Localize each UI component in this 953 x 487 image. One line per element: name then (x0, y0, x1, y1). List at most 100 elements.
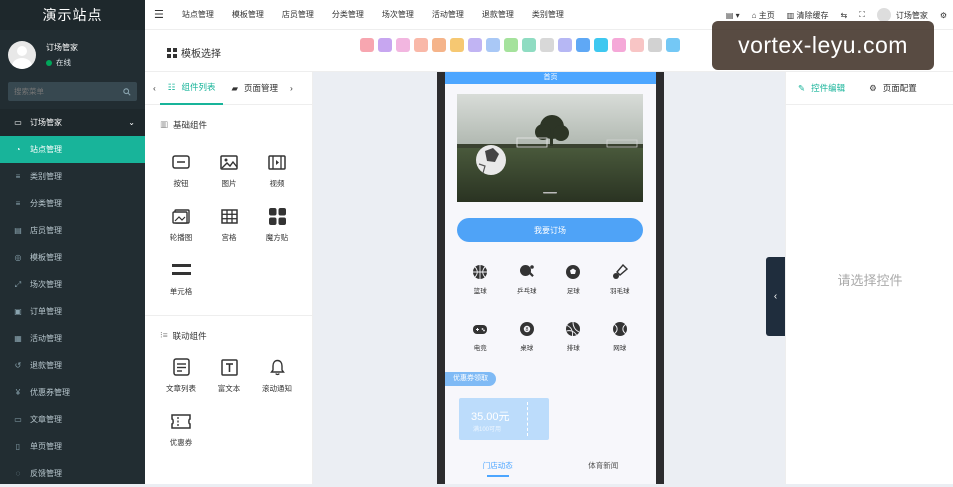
menu-search-input[interactable] (14, 87, 104, 96)
tab-page-manage[interactable]: ▰ 页面管理 (223, 72, 286, 105)
phone-screen[interactable]: 首页 我要订场 篮球 乒乓球 足球 羽毛球 电竞 8 桌球 排球 网球 优惠券领… (445, 72, 656, 484)
template-swatch[interactable] (504, 38, 518, 52)
component-coupon[interactable]: 优惠券 (157, 402, 205, 456)
sport-badminton[interactable]: 羽毛球 (597, 264, 644, 321)
component-article-list[interactable]: 文章列表 (157, 348, 205, 402)
sidebar-item-order[interactable]: ▣ 订单管理 (0, 298, 145, 325)
home-label: 主页 (758, 10, 775, 20)
tab-store-news[interactable]: 门店动态 (483, 460, 513, 477)
top-user-menu[interactable]: 订场管家 (871, 8, 934, 22)
sidebar-item-template[interactable]: ◎ 模板管理 (0, 244, 145, 271)
coupon-amount: 35.00元 (471, 411, 510, 423)
template-swatch[interactable] (666, 38, 680, 52)
sidebar-item-coupon[interactable]: ¥ 优惠券管理 (0, 379, 145, 406)
banner-image[interactable] (457, 94, 643, 202)
search-icon[interactable] (123, 87, 131, 96)
component-scroll-notice[interactable]: 滚动通知 (253, 348, 301, 402)
component-rich-text[interactable]: 富文本 (205, 348, 253, 402)
layout-dropdown[interactable]: ▤ ▾ (720, 11, 746, 20)
grid-icon (167, 47, 177, 58)
collapse-panel-button[interactable]: ‹ (766, 257, 785, 336)
top-nav-session[interactable]: 场次管理 (373, 9, 423, 20)
sport-volleyball[interactable]: 排球 (550, 321, 597, 378)
menu-toggle-icon[interactable]: ☰ (145, 8, 173, 21)
template-swatch[interactable] (558, 38, 572, 52)
sidebar-item-refund[interactable]: ↺ 退款管理 (0, 352, 145, 379)
sidebar-item-staff[interactable]: ▤ 店员管理 (0, 217, 145, 244)
template-swatch[interactable] (594, 38, 608, 52)
translate-icon[interactable]: ⇆ (835, 11, 854, 20)
fullscreen-icon[interactable]: ⛶ (853, 10, 871, 20)
template-swatch[interactable] (378, 38, 392, 52)
tab-next-arrow[interactable]: › (286, 72, 297, 105)
sidebar-item-article[interactable]: ▭ 文章管理 (0, 406, 145, 433)
user-status: 在线 (46, 57, 78, 68)
sidebar-menu: ▭ 订场管家 ⌄ ◔ 站点管理 ≡ 类别管理 ≡ 分类管理 ▤ 店员管理 ◎ 模板管理 ⤢ 场… (0, 109, 145, 487)
top-nav-staff[interactable]: 店员管理 (273, 9, 323, 20)
template-swatch[interactable] (450, 38, 464, 52)
brand-title[interactable]: 演示站点 (0, 0, 145, 30)
component-cell[interactable]: 单元格 (157, 251, 205, 305)
sidebar-item-classify[interactable]: ≡ 分类管理 (0, 190, 145, 217)
template-swatch[interactable] (414, 38, 428, 52)
user-panel: 订场管家 在线 (0, 34, 145, 76)
template-swatch[interactable] (576, 38, 590, 52)
sport-label: 篮球 (473, 288, 487, 295)
tab-sports-news[interactable]: 体育新闻 (588, 460, 618, 477)
empty-selection-text: 请选择控件 (837, 273, 903, 288)
template-swatch[interactable] (468, 38, 482, 52)
component-carousel[interactable]: 轮播图 (157, 197, 205, 251)
component-grid[interactable]: 宫格 (205, 197, 253, 251)
tab-prev-arrow[interactable]: ‹ (145, 72, 160, 105)
template-swatch[interactable] (360, 38, 374, 52)
template-swatch[interactable] (540, 38, 554, 52)
template-swatch[interactable] (522, 38, 536, 52)
avatar (8, 41, 36, 69)
template-swatch[interactable] (612, 38, 626, 52)
clear-cache-button[interactable]: ▥ 清除缓存 (781, 10, 835, 21)
top-nav-template[interactable]: 模板管理 (223, 9, 273, 20)
tab-component-list[interactable]: ☷ 组件列表 (159, 72, 224, 105)
coupon-card[interactable]: 35.00元 满100可用 (459, 398, 549, 440)
sidebar-item-label: 退款管理 (30, 361, 62, 370)
top-nav-activity[interactable]: 活动管理 (423, 9, 473, 20)
component-video[interactable]: 视频 (253, 143, 301, 197)
section-basic-components: ▥ 基础组件 (145, 105, 312, 143)
sport-billiards[interactable]: 8 桌球 (504, 321, 551, 378)
top-nav-classify[interactable]: 分类管理 (323, 9, 373, 20)
tab-control-edit[interactable]: ✎ 控件编辑 (786, 72, 857, 105)
template-swatch[interactable] (396, 38, 410, 52)
book-court-button[interactable]: 我要订场 (457, 218, 643, 242)
template-title-text: 模板选择 (181, 49, 221, 60)
template-swatch[interactable] (486, 38, 500, 52)
sport-table-tennis[interactable]: 乒乓球 (504, 264, 551, 321)
list-icon: ≡ (15, 172, 21, 181)
home-link[interactable]: ⌂ 主页 (746, 10, 781, 21)
sport-football[interactable]: 足球 (550, 264, 597, 321)
sidebar-item-category[interactable]: ≡ 类别管理 (0, 163, 145, 190)
top-nav-site[interactable]: 站点管理 (173, 9, 223, 20)
top-nav-refund[interactable]: 退款管理 (473, 9, 523, 20)
sidebar-item-feedback[interactable]: ◌ 反馈管理 (0, 460, 145, 487)
template-swatch[interactable] (648, 38, 662, 52)
template-swatch[interactable] (432, 38, 446, 52)
sidebar-item-page[interactable]: ▯ 单页管理 (0, 433, 145, 460)
component-cube[interactable]: 魔方贴 (253, 197, 301, 251)
settings-gear-icon[interactable]: ⚙ (934, 11, 953, 20)
top-nav-category[interactable]: 类别管理 (523, 9, 573, 20)
sport-tennis[interactable]: 网球 (597, 321, 644, 378)
template-swatch[interactable] (630, 38, 644, 52)
sidebar-item-site[interactable]: ◔ 站点管理 (0, 136, 145, 163)
sidebar-item-session[interactable]: ⤢ 场次管理 (0, 271, 145, 298)
sport-esports[interactable]: 电竞 (457, 321, 504, 378)
sidebar-group-dingchang[interactable]: ▭ 订场管家 ⌄ (0, 109, 145, 136)
sidebar-item-activity[interactable]: ▦ 活动管理 (0, 325, 145, 352)
sidebar-item-label: 反馈管理 (30, 469, 62, 478)
component-image[interactable]: 图片 (205, 143, 253, 197)
component-tabs: ‹ ☷ 组件列表 ▰ 页面管理 › (145, 72, 312, 105)
soccer-ball-icon (566, 265, 581, 279)
sport-basketball[interactable]: 篮球 (457, 264, 504, 321)
tab-page-config[interactable]: ⚙ 页面配置 (857, 72, 929, 105)
video-icon (268, 154, 286, 170)
component-button[interactable]: 按钮 (157, 143, 205, 197)
